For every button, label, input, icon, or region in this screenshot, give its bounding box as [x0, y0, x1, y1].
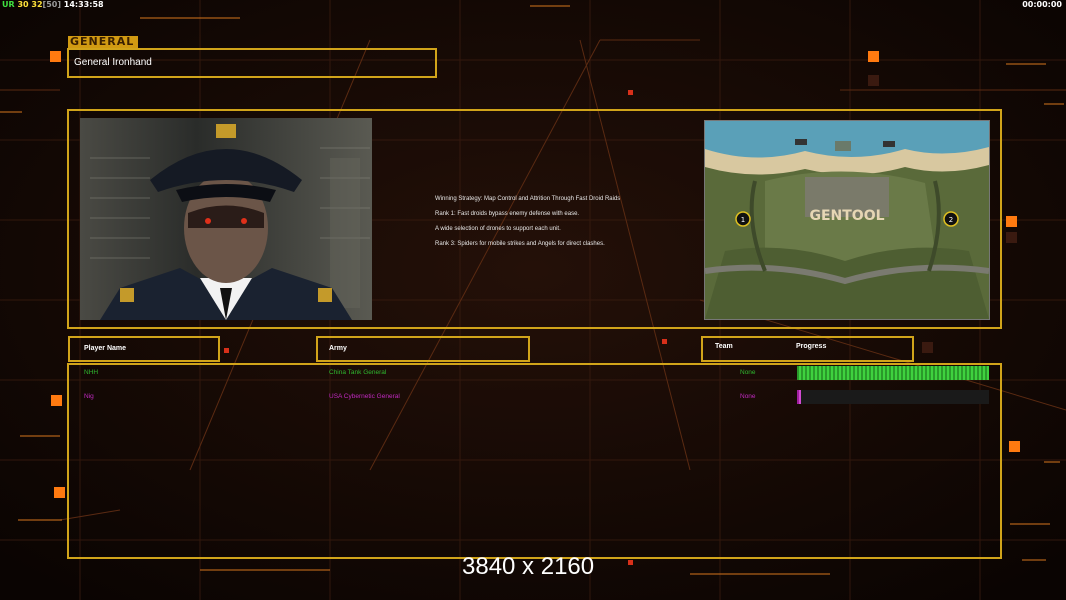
map-slot-1[interactable]: 1 — [735, 211, 751, 227]
hud-stat-c: [50] — [42, 0, 61, 9]
player-name: NHH — [84, 369, 99, 376]
header-army: Army — [329, 345, 347, 352]
hud-stats: UR 30 32[50] 14:33:58 — [2, 0, 104, 9]
player-army: China Tank General — [329, 369, 387, 376]
strategy-line: Rank 1: Fast droids bypass enemy defense… — [435, 211, 580, 217]
general-name: General Ironhand — [74, 57, 152, 68]
map-slot-2-label: 2 — [949, 216, 953, 224]
strategy-line: Winning Strategy: Map Control and Attrit… — [435, 196, 621, 202]
progress-bar-fill — [797, 366, 989, 380]
player-team: None — [740, 393, 756, 400]
progress-bar — [797, 366, 989, 380]
player-team: None — [740, 369, 756, 376]
progress-bar-fill — [797, 390, 801, 404]
header-player-name: Player Name — [84, 345, 127, 352]
header-progress: Progress — [796, 343, 827, 350]
hud-timer: 00:00:00 — [1022, 0, 1062, 9]
hud-ur-label: UR — [2, 0, 15, 9]
strategy-text: Winning Strategy: Map Control and Attrit… — [435, 192, 620, 252]
map-slot-2[interactable]: 2 — [943, 211, 959, 227]
strategy-line: A wide selection of drones to support ea… — [435, 226, 561, 232]
map-preview: GENTOOL 1 2 — [704, 121, 990, 319]
header-army-box — [316, 336, 530, 362]
general-portrait — [80, 118, 372, 320]
map-title: GENTOOL — [809, 208, 884, 224]
progress-bar — [797, 390, 989, 404]
hud-stat-a: 30 — [17, 0, 29, 9]
strategy-line: Rank 3: Spiders for mobile strikes and A… — [435, 241, 605, 247]
hud-stat-b: 32 — [31, 0, 43, 9]
map-slot-1-label: 1 — [741, 216, 745, 224]
map-preview-frame: GENTOOL 1 2 — [704, 120, 990, 320]
section-title: GENERAL — [68, 36, 138, 48]
resolution-label: 3840 x 2160 — [462, 553, 595, 580]
header-team: Team — [715, 343, 733, 350]
player-name: Nig — [84, 393, 94, 400]
hud-clock: 14:33:58 — [63, 0, 104, 9]
player-army: USA Cybernetic General — [329, 393, 400, 400]
